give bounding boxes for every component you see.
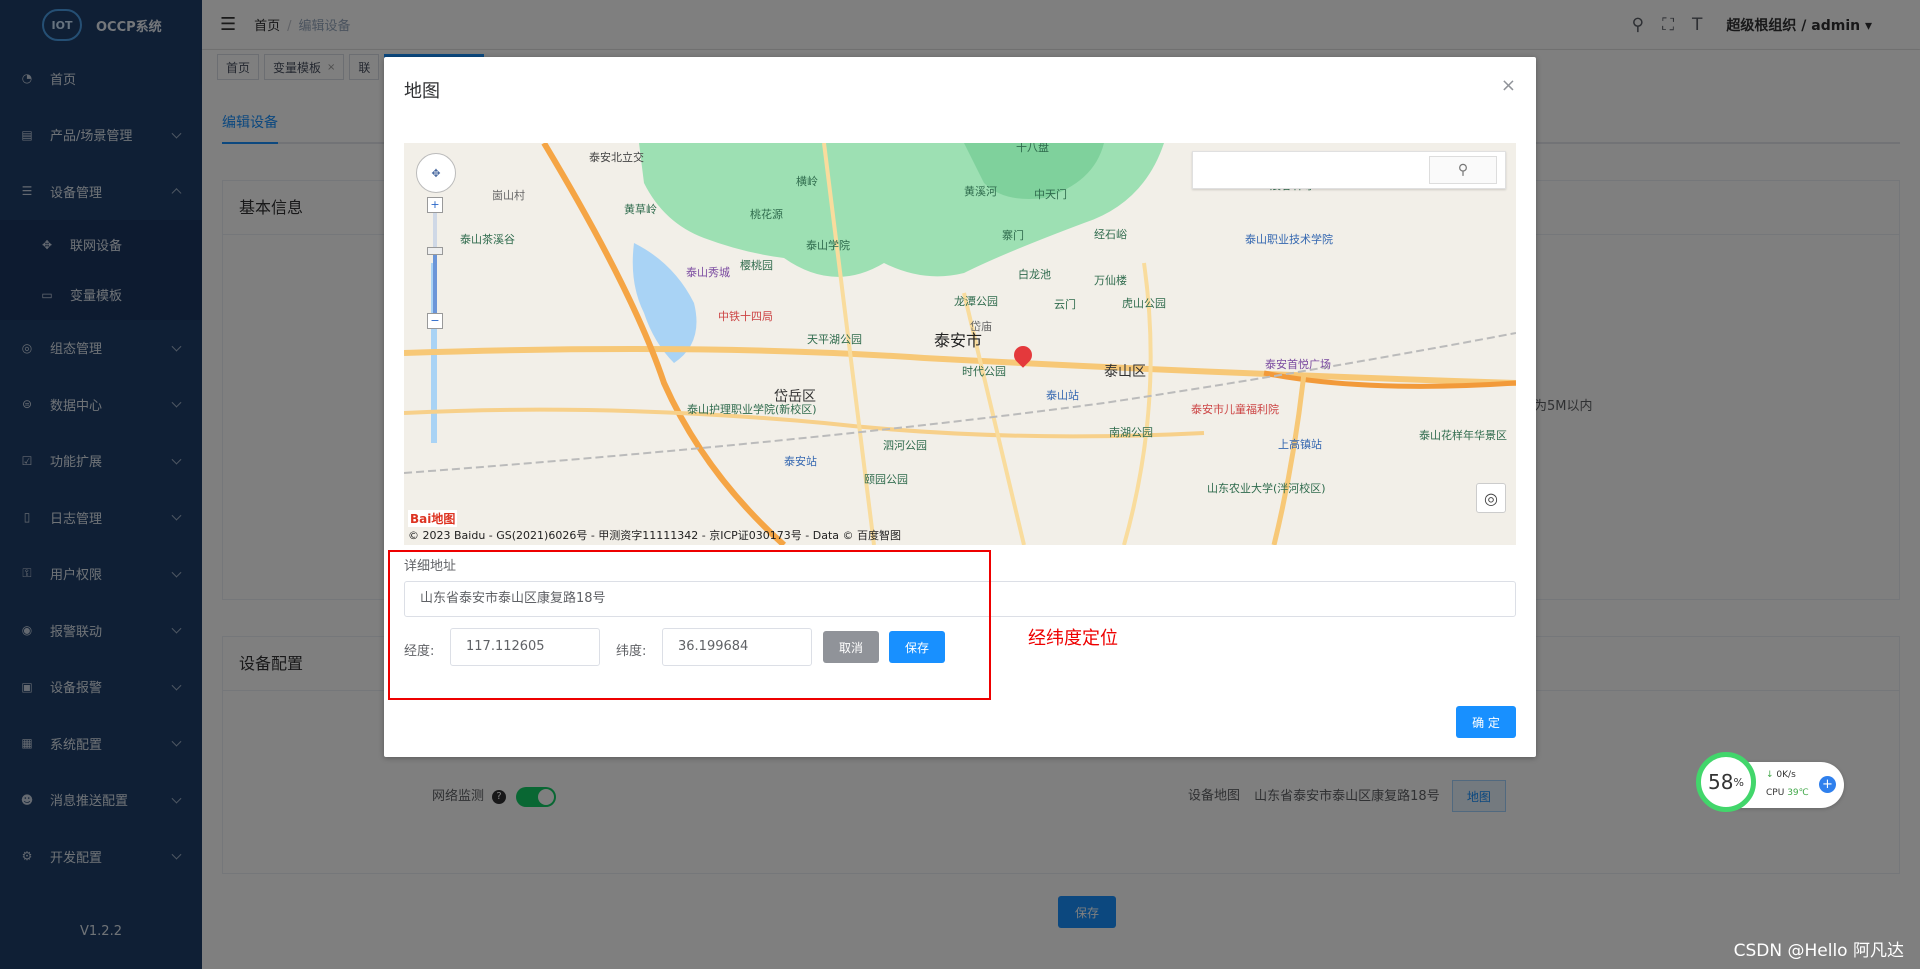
map-label: 泰安北立交 [589, 150, 644, 164]
close-icon[interactable]: × [1501, 75, 1516, 96]
zoom-out-button[interactable]: − [427, 313, 443, 329]
map-label: 万仙楼 [1094, 273, 1127, 287]
annotation-box [388, 550, 991, 700]
map-label: 颐园公园 [864, 473, 908, 486]
zoom-thumb[interactable] [427, 247, 443, 255]
cpu-temp: CPU 39℃ [1766, 788, 1809, 798]
map-label: 山东农业大学(泮河校区) [1207, 481, 1326, 495]
search-icon[interactable]: ⚲ [1429, 156, 1497, 184]
memory-gauge: 58% [1696, 752, 1756, 812]
map-label: 崮山村 [492, 188, 525, 202]
map-label: 樱桃园 [740, 258, 773, 272]
map-label: 经石峪 [1094, 228, 1127, 241]
map-label: 桃花源 [750, 207, 783, 221]
map-label: 泰山秀城 [686, 265, 730, 279]
cpu-label: CPU [1766, 788, 1785, 798]
map-canvas: 泰安市 泰山区 岱岳区 泰安北立交 黄草岭 泰山茶溪谷 泰山秀城 中铁十四局 天… [404, 143, 1516, 545]
map-copyright: © 2023 Baidu - GS(2021)6026号 - 甲测资字11111… [408, 529, 902, 542]
network-speed: ↓ 0K/s [1766, 770, 1796, 780]
map-label: 黄溪河 [964, 184, 997, 198]
map-label: 泗河公园 [883, 439, 927, 452]
map-label-district: 泰山区 [1104, 364, 1146, 380]
zoom-control: + − [427, 197, 443, 337]
download-arrow-icon: ↓ [1766, 770, 1774, 780]
lake [632, 243, 697, 363]
main-road [404, 346, 1516, 386]
map-label: 泰山学院 [806, 238, 850, 252]
map-label: 泰安站 [784, 454, 817, 468]
road [1271, 372, 1307, 545]
map-label: 时代公园 [962, 365, 1006, 378]
memory-percent: 58 [1708, 770, 1734, 794]
map-label: 白龙池 [1018, 267, 1051, 281]
map-labels: 泰安市 泰山区 岱岳区 泰安北立交 黄草岭 泰山茶溪谷 泰山秀城 中铁十四局 天… [460, 143, 1507, 495]
map-label: 泰山职业技术学院 [1245, 232, 1333, 246]
map-label: 上高镇站 [1278, 437, 1322, 451]
map-label: 南湖公园 [1109, 426, 1153, 439]
map-label: 泰山花样年华景区 [1419, 428, 1507, 442]
watermark: CSDN @Hello 阿凡达 [1733, 941, 1904, 961]
map-label: 泰安市儿童福利院 [1191, 402, 1279, 416]
map-label: 十八盘 [1016, 143, 1049, 154]
map-label: 云门 [1054, 297, 1076, 311]
zoom-in-button[interactable]: + [427, 197, 443, 213]
system-monitor-widget[interactable]: 58% ↓ 0K/s CPU 39℃ + [1696, 752, 1844, 812]
map-label-city: 泰安市 [934, 331, 982, 350]
map-label: 泰山站 [1046, 388, 1079, 402]
map-label: 黄草岭 [624, 202, 657, 216]
map-label: 龙潭公园 [954, 295, 998, 308]
annotation-text: 经纬度定位 [1028, 628, 1118, 649]
map-label: 岱庙 [970, 319, 992, 333]
plus-icon[interactable]: + [1819, 776, 1836, 793]
map-view[interactable]: 泰安市 泰山区 岱岳区 泰安北立交 黄草岭 泰山茶溪谷 泰山秀城 中铁十四局 天… [404, 143, 1516, 545]
map-label: 天平湖公园 [807, 333, 862, 346]
cpu-temp-value: 39℃ [1787, 788, 1809, 798]
map-label: 中铁十四局 [718, 309, 773, 323]
confirm-button[interactable]: 确 定 [1456, 706, 1516, 738]
railway [404, 332, 1516, 474]
locate-icon[interactable]: ◎ [1476, 483, 1506, 513]
map-label: 寨门 [1002, 228, 1024, 242]
memory-unit: % [1733, 775, 1744, 789]
map-label: 中天门 [1034, 187, 1067, 201]
baidu-map-logo: Bai地图 [408, 510, 458, 527]
dialog-title: 地图 [404, 81, 440, 102]
map-search-box: ⚲ [1192, 151, 1506, 189]
map-label: 虎山公园 [1122, 297, 1166, 310]
pan-control-icon[interactable]: ✥ [416, 153, 456, 193]
zoom-slider[interactable] [433, 213, 437, 313]
map-search-input[interactable] [1193, 152, 1433, 188]
network-speed-value: 0K/s [1776, 770, 1796, 780]
map-label: 泰山护理职业学院(新校区) [687, 402, 817, 416]
map-label: 泰山茶溪谷 [460, 232, 515, 246]
map-label: 泰安首悦广场 [1265, 357, 1331, 371]
map-label: 横岭 [796, 174, 818, 188]
